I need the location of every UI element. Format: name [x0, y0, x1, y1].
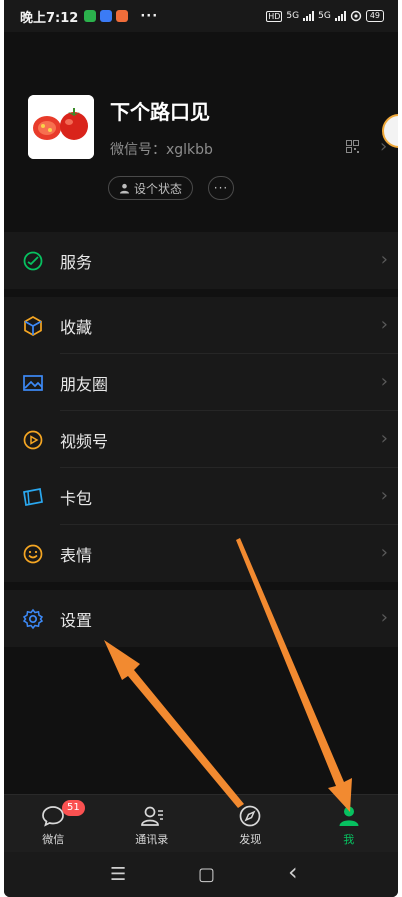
tab-label-discover: 发现	[239, 833, 262, 846]
chevron-right-icon: ›	[380, 485, 388, 506]
hotspot-icon	[350, 10, 362, 22]
recent-apps-button[interactable]: ☰	[110, 864, 126, 885]
more-notifications: ···	[140, 8, 159, 24]
menu-label-moments: 朋友圈	[60, 374, 109, 394]
qr-code-icon[interactable]	[346, 140, 359, 153]
chevron-right-icon: ›	[380, 607, 388, 628]
app-notification-icon	[100, 10, 113, 22]
unread-badge: 51	[62, 800, 85, 816]
settings-gear-icon	[22, 608, 44, 630]
menu-item-services[interactable]: 服务 ›	[4, 232, 398, 289]
menu-item-stickers[interactable]: 表情 ›	[4, 525, 398, 582]
tab-label-contacts: 通讯录	[135, 833, 169, 846]
chevron-right-icon: ›	[380, 314, 388, 335]
back-button[interactable]: ‹	[288, 858, 298, 886]
bottom-tab-bar: 51 微信 通讯录 发现 我	[4, 794, 398, 852]
sticker-smile-icon	[23, 544, 43, 564]
menu-item-moments[interactable]: 朋友圈 ›	[4, 354, 398, 411]
menu-item-favorites[interactable]: 收藏 ›	[4, 297, 398, 354]
compass-icon	[239, 805, 261, 827]
favorites-cube-icon	[24, 316, 42, 336]
profile-header[interactable]: 下个路口见 微信号：xglkbb › 设个状态 ···	[4, 32, 398, 232]
avatar[interactable]	[28, 95, 94, 159]
signal-icon-2	[334, 11, 346, 21]
home-button[interactable]: ▢	[198, 864, 215, 885]
menu-label-settings: 设置	[60, 610, 93, 630]
chevron-right-icon: ›	[380, 371, 388, 392]
contacts-icon	[140, 806, 163, 826]
moments-picture-icon	[23, 375, 43, 391]
tab-chats[interactable]: 51 微信	[4, 795, 103, 852]
menu-item-channels[interactable]: 视频号 ›	[4, 411, 398, 468]
set-status-label: 设个状态	[134, 181, 183, 196]
wechat-me-screen: 晚上7:12 ··· HD 5G 5G 49 下个路口见 微信号：xglkbb …	[4, 0, 398, 897]
network-label-2: 5G	[318, 11, 331, 21]
menu-item-settings[interactable]: 设置 ›	[4, 590, 398, 647]
card-wallet-icon	[23, 488, 43, 506]
clock: 晚上7:12	[20, 10, 79, 26]
chevron-right-icon: ›	[380, 249, 388, 270]
wechat-notification-icon	[84, 10, 97, 22]
signal-icon	[303, 11, 315, 21]
battery-icon: 49	[365, 10, 384, 22]
menu-label-channels: 视频号	[60, 431, 109, 451]
status-icons: HD 5G 5G 49	[266, 10, 384, 22]
tab-discover[interactable]: 发现	[201, 795, 300, 852]
section-gap	[4, 289, 398, 297]
tab-label-me: 我	[343, 833, 355, 846]
menu-label-services: 服务	[60, 252, 93, 272]
empty-area	[4, 647, 398, 794]
services-group: 服务 ›	[4, 232, 398, 289]
status-bar: 晚上7:12 ··· HD 5G 5G 49	[4, 0, 398, 32]
tab-contacts[interactable]: 通讯录	[103, 795, 202, 852]
hd-icon: HD	[266, 10, 283, 22]
chevron-right-icon: ›	[380, 542, 388, 563]
network-label-1: 5G	[286, 11, 300, 21]
menu-item-cards[interactable]: 卡包 ›	[4, 468, 398, 525]
settings-group: 设置 ›	[4, 590, 398, 647]
chevron-right-icon: ›	[380, 428, 388, 449]
menu-label-stickers: 表情	[60, 545, 93, 565]
channels-play-icon	[23, 430, 43, 450]
system-navigation-bar: ☰ ▢ ‹	[4, 852, 398, 897]
menu-label-cards: 卡包	[60, 488, 93, 508]
nickname: 下个路口见	[110, 100, 210, 124]
tab-label-chats: 微信	[42, 833, 65, 846]
set-status-button[interactable]: 设个状态	[108, 176, 194, 200]
me-person-icon	[339, 806, 359, 826]
tab-me[interactable]: 我	[300, 795, 399, 852]
main-menu-group: 收藏 › 朋友圈 › 视频号 › 卡包 › 表情 ›	[4, 297, 398, 582]
menu-label-favorites: 收藏	[60, 317, 93, 337]
wechat-id: 微信号：xglkbb	[110, 142, 213, 158]
status-person-icon	[120, 183, 129, 193]
section-gap	[4, 582, 398, 590]
tomato-avatar-image	[28, 95, 94, 159]
services-icon	[23, 251, 43, 271]
app-notification-icon-2	[116, 10, 129, 22]
more-status-button[interactable]: ···	[208, 176, 234, 200]
